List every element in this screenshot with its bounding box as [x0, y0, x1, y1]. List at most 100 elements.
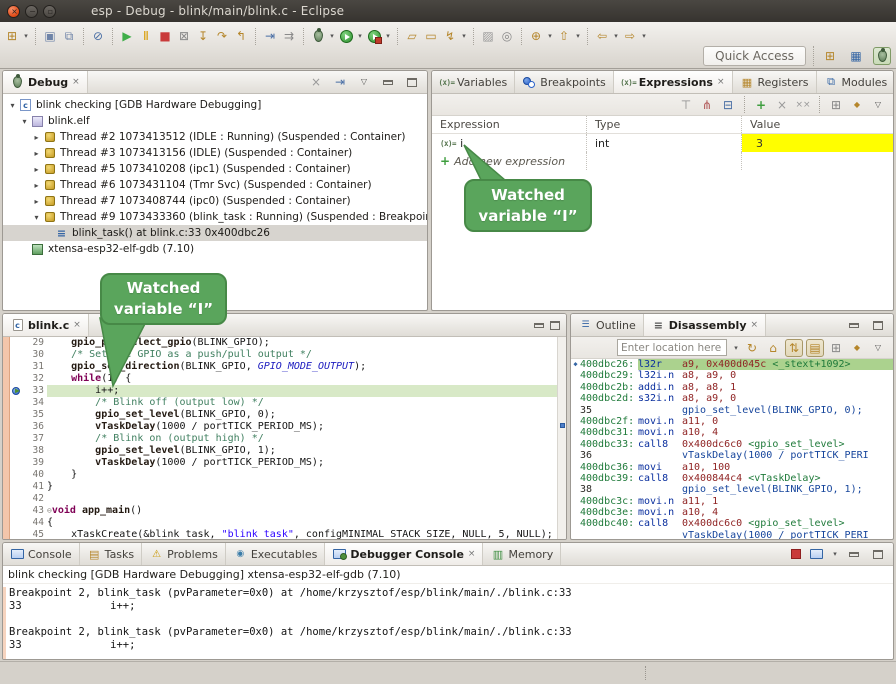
tab-blink-c[interactable]: c blink.c×	[3, 314, 89, 336]
annotation-margin[interactable]	[10, 457, 24, 469]
registers-icon[interactable]: ▦	[740, 76, 755, 89]
chevron-down-icon[interactable]: ▾	[640, 32, 648, 40]
search-icon[interactable]: ◎	[498, 27, 516, 45]
console-icon[interactable]	[10, 548, 25, 561]
chevron-down-icon[interactable]: ▾	[732, 344, 740, 352]
code-line[interactable]: 45 xTaskCreate(&blink_task, "blink_task"…	[10, 529, 557, 540]
annotation-margin[interactable]	[10, 361, 24, 373]
code-line[interactable]: 40 }	[10, 469, 557, 481]
code-area[interactable]: 29 gpio_pad_select_gpio(BLINK_GPIO);30 /…	[10, 337, 557, 540]
display-selected-console-icon[interactable]	[807, 545, 825, 563]
last-edit-location-icon[interactable]: ⇧	[555, 27, 573, 45]
modules-icon[interactable]: ⧉	[824, 76, 839, 89]
disassembly-row[interactable]: 35gpio_set_level(BLINK_GPIO, 0);	[571, 405, 893, 416]
move-to-line-icon[interactable]: ⇉	[280, 27, 298, 45]
disassembly-row[interactable]: vTaskDelay(1000 / portTICK_PERI	[571, 530, 893, 540]
outline-icon[interactable]: ☰	[578, 319, 593, 332]
add-expression-row[interactable]: +Add new expression	[432, 152, 893, 170]
chevron-down-icon[interactable]: ▾	[574, 32, 582, 40]
close-icon[interactable]: ×	[717, 77, 725, 87]
refresh-icon[interactable]: ↻	[743, 339, 761, 357]
overview-ruler[interactable]	[557, 337, 566, 540]
collapse-all-icon[interactable]: ⊟	[719, 96, 737, 114]
code-line[interactable]: 41}	[10, 481, 557, 493]
tab-problems[interactable]: ⚠Problems	[142, 543, 226, 565]
chevron-down-icon[interactable]: ▾	[831, 550, 839, 558]
overview-marker[interactable]	[560, 423, 565, 428]
instruction-stepping-mode-icon[interactable]: ⇥	[331, 73, 349, 91]
debugger-console-icon[interactable]	[332, 548, 347, 561]
disassembly-row[interactable]: 400dbc40:call80x400dc6c0 <gpio_set_level…	[571, 518, 893, 529]
disassembly-row[interactable]: 400dbc3e:movi.na10, 4	[571, 507, 893, 518]
tab-executables[interactable]: ◉Executables	[226, 543, 326, 565]
minimize-icon[interactable]	[845, 316, 863, 334]
column-expression[interactable]: Expression	[432, 116, 587, 133]
home-icon[interactable]: ⌂	[764, 339, 782, 357]
tab-memory[interactable]: ▥Memory	[483, 543, 561, 565]
debug-tree-row[interactable]: ▸Thread #5 1073410208 (ipc1) (Suspended …	[3, 161, 427, 177]
disassembly-row[interactable]: 400dbc2b:addi.na8, a8, 1	[571, 382, 893, 393]
disassembly-icon[interactable]: ≡	[651, 319, 666, 332]
chevron-down-icon[interactable]: ▾	[612, 32, 620, 40]
tree-expander-icon[interactable]: ▸	[31, 149, 42, 158]
problems-icon[interactable]: ⚠	[149, 548, 164, 561]
expression-cell[interactable]: (x)=i	[432, 134, 587, 152]
disassembly-row[interactable]: 400dbc2d:s32i.na8, a9, 0	[571, 393, 893, 404]
annotation-margin[interactable]	[10, 529, 24, 540]
expressions-icon[interactable]: (x)=	[621, 76, 636, 89]
annotation-margin[interactable]	[10, 409, 24, 421]
code-line[interactable]: 44{	[10, 517, 557, 529]
tab-debug[interactable]: Debug×	[3, 71, 88, 93]
terminate-icon[interactable]: ■	[156, 27, 174, 45]
step-return-icon[interactable]: ↰	[232, 27, 250, 45]
disconnect-icon[interactable]: ⊠	[175, 27, 193, 45]
maximize-button[interactable]: ▫	[43, 5, 56, 18]
forward-icon[interactable]: ⇨	[621, 27, 639, 45]
minimize-icon[interactable]	[534, 323, 544, 328]
annotation-margin[interactable]	[10, 445, 24, 457]
code-line[interactable]: 39 vTaskDelay(1000 / portTICK_PERIOD_MS)…	[10, 457, 557, 469]
save-icon[interactable]: ▣	[41, 27, 59, 45]
code-line[interactable]: 36 vTaskDelay(1000 / portTICK_PERIOD_MS)…	[10, 421, 557, 433]
show-logical-structures-icon[interactable]: ⋔	[698, 96, 716, 114]
code-line[interactable]: 43⊖void app_main()	[10, 505, 557, 517]
code-line[interactable]: 29 gpio_pad_select_gpio(BLINK_GPIO);	[10, 337, 557, 349]
location-input[interactable]	[617, 339, 727, 356]
annotation-margin[interactable]	[10, 433, 24, 445]
disassembly-row[interactable]: 400dbc29:l32i.na8, a9, 0	[571, 370, 893, 381]
debug-tree-row[interactable]: xtensa-esp32-elf-gdb (7.10)	[3, 241, 427, 257]
tree-expander-icon[interactable]: ▸	[31, 197, 42, 206]
pin-view-icon[interactable]: ◆	[848, 339, 866, 357]
annotation-margin[interactable]	[10, 469, 24, 481]
debug-tree-row[interactable]: ▸Thread #6 1073431104 (Tmr Svc) (Suspend…	[3, 177, 427, 193]
tree-expander-icon[interactable]: ▸	[31, 165, 42, 174]
view-menu-icon[interactable]: ▽	[869, 339, 887, 357]
debug-launch-icon[interactable]	[309, 27, 327, 45]
tab-disassembly[interactable]: ≡Disassembly×	[644, 314, 766, 336]
executables-icon[interactable]: ◉	[233, 548, 248, 561]
debug-perspective-icon[interactable]	[873, 47, 891, 65]
view-menu-icon[interactable]: ▽	[869, 96, 887, 114]
debug-tree-row[interactable]: ▾Thread #9 1073433360 (blink_task : Runn…	[3, 209, 427, 225]
code-line[interactable]: 35 gpio_set_level(BLINK_GPIO, 0);	[10, 409, 557, 421]
breakpoints-icon[interactable]	[522, 76, 537, 89]
debug-tree-row[interactable]: ≡blink_task() at blink.c:33 0x400dbc26	[3, 225, 427, 241]
back-icon[interactable]: ⇦	[593, 27, 611, 45]
code-line[interactable]: 42	[10, 493, 557, 505]
save-all-icon[interactable]: ⧉	[60, 27, 78, 45]
maximize-icon[interactable]	[869, 545, 887, 563]
tree-expander-icon[interactable]: ▸	[31, 181, 42, 190]
code-line[interactable]: 32 while(1) {	[10, 373, 557, 385]
tab-expressions[interactable]: (x)=Expressions×	[614, 71, 733, 93]
create-new-view-icon[interactable]: ⊞	[827, 339, 845, 357]
maximize-icon[interactable]	[403, 73, 421, 91]
minimize-icon[interactable]	[379, 73, 397, 91]
tab-modules[interactable]: ⧉Modules	[817, 71, 894, 93]
chevron-down-icon[interactable]: ▾	[460, 32, 468, 40]
show-source-icon[interactable]: ▤	[806, 339, 824, 357]
tab-console[interactable]: Console	[3, 543, 80, 565]
add-expression-icon[interactable]: +	[752, 96, 770, 114]
tab-registers[interactable]: ▦Registers	[733, 71, 817, 93]
type-cell[interactable]: int	[587, 134, 742, 152]
tab-variables[interactable]: (x)=Variables	[432, 71, 515, 93]
